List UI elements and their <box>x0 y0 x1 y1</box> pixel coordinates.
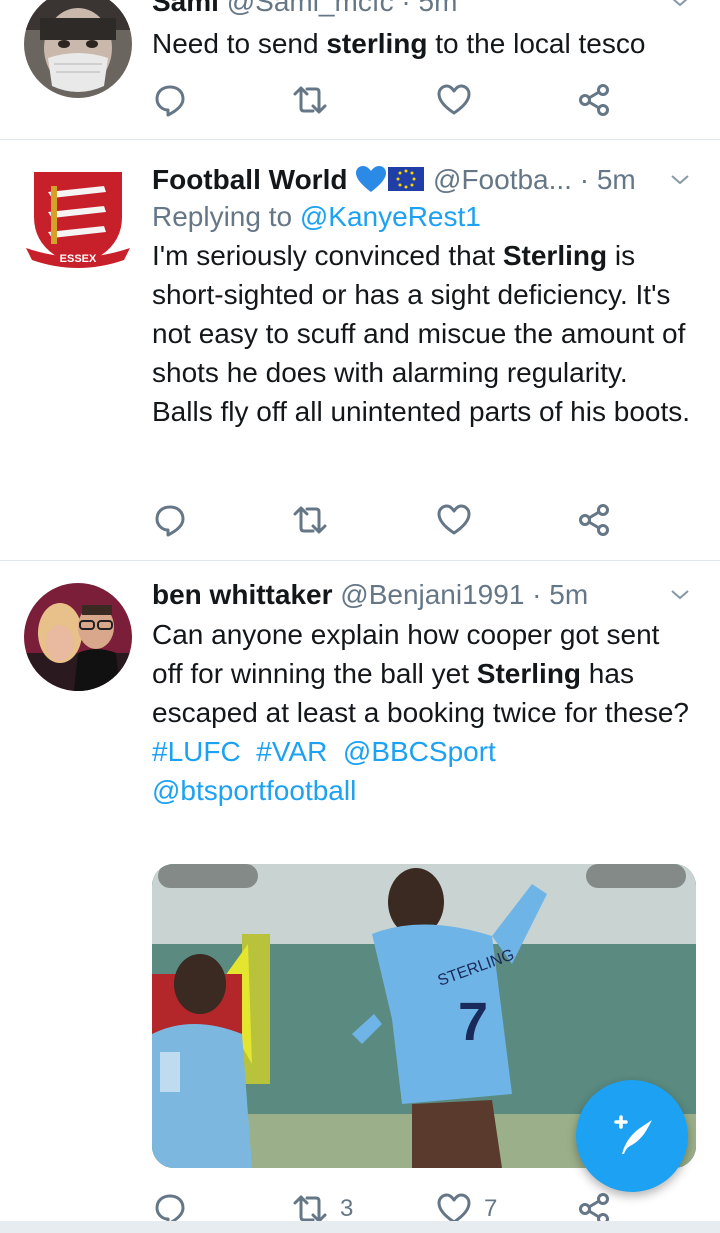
eu-flag-icon <box>388 167 425 191</box>
highlighted-term: Sterling <box>476 658 582 689</box>
mention-bbcsport[interactable]: @BBCSport <box>343 736 496 767</box>
tweet-text-part: I'm seriously convinced that <box>152 240 503 271</box>
tweet-header: ben whittaker @Benjani1991 · 5m <box>152 577 696 613</box>
heart-icon <box>437 504 471 535</box>
hashtags: #LUFC #VAR @BBCSport @btsportfootball <box>152 732 696 810</box>
chevron-down-icon[interactable] <box>668 0 692 14</box>
share-icon <box>579 504 609 536</box>
tweet-actions <box>152 80 632 120</box>
hashtag-lufc[interactable]: #LUFC <box>152 736 241 767</box>
tweet-text: Need to send sterling to the local tesco <box>152 24 696 63</box>
essex-crest-logo: ESSEX <box>26 172 130 268</box>
mention-btsportfootball[interactable]: @btsportfootball <box>152 775 356 806</box>
tweet-text-part: Need to send <box>152 28 327 59</box>
jersey-number: 7 <box>458 992 488 1052</box>
blue-heart-icon <box>356 166 387 192</box>
tweet-header: Sami @Sami_mcfc · 5m <box>152 0 696 20</box>
tweet-text: I'm seriously convinced that Sterling is… <box>152 236 696 431</box>
avatar-photo <box>24 583 132 691</box>
share-icon <box>579 84 609 116</box>
replying-to-label: Replying to <box>152 201 300 232</box>
user-handle[interactable]: @Footba... <box>433 164 572 195</box>
tweet-text-part: to the local tesco <box>427 28 646 59</box>
user-handle[interactable]: @Benjani1991 <box>340 579 524 610</box>
highlighted-term: Sterling <box>502 240 608 271</box>
reply-button[interactable] <box>152 80 188 120</box>
crest-label: ESSEX <box>60 253 97 265</box>
retweet-button[interactable] <box>292 500 328 540</box>
tweet-actions <box>152 500 632 540</box>
hashtag-var[interactable]: #VAR <box>256 736 327 767</box>
share-button[interactable] <box>576 500 612 540</box>
timestamp: · 5m <box>532 579 589 610</box>
retweet-icon <box>293 506 327 534</box>
replying-to-handle[interactable]: @KanyeRest1 <box>300 201 481 232</box>
avatar[interactable]: ESSEX <box>24 162 132 270</box>
timestamp: · 5m <box>579 164 636 195</box>
tweet-header: Football World @Footba... · 5m <box>152 162 696 198</box>
user-handle[interactable]: @Sami_mcfc <box>227 0 394 17</box>
bottom-edge <box>0 1221 720 1233</box>
display-name[interactable]: Football World <box>152 164 347 195</box>
retweet-count: 3 <box>340 1195 354 1222</box>
avatar-photo <box>24 0 132 98</box>
replying-to: Replying to @KanyeRest1 <box>152 198 696 236</box>
reply-icon <box>155 85 185 117</box>
like-button[interactable] <box>436 80 472 120</box>
timestamp: · 5m <box>401 0 458 17</box>
tweet-text: Can anyone explain how cooper got sent o… <box>152 615 696 732</box>
highlighted-term: sterling <box>326 28 428 59</box>
avatar[interactable] <box>24 0 132 98</box>
display-name[interactable]: Sami <box>152 0 219 17</box>
like-button[interactable] <box>436 500 472 540</box>
compose-tweet-icon <box>614 1115 652 1154</box>
tweet[interactable]: ESSEX Football World @Footba... · 5m Rep… <box>0 140 720 561</box>
heart-icon <box>437 84 471 115</box>
chevron-down-icon[interactable] <box>668 168 692 192</box>
compose-tweet-button[interactable] <box>576 1080 688 1192</box>
reply-icon <box>155 505 185 537</box>
reply-button[interactable] <box>152 500 188 540</box>
share-button[interactable] <box>576 80 612 120</box>
avatar[interactable] <box>24 583 132 691</box>
retweet-icon <box>293 86 327 114</box>
tweet[interactable]: Sami @Sami_mcfc · 5m Need to send sterli… <box>0 0 720 140</box>
retweet-button[interactable] <box>292 80 328 120</box>
like-count: 7 <box>484 1195 498 1222</box>
display-name[interactable]: ben whittaker <box>152 579 332 610</box>
chevron-down-icon[interactable] <box>668 583 692 607</box>
